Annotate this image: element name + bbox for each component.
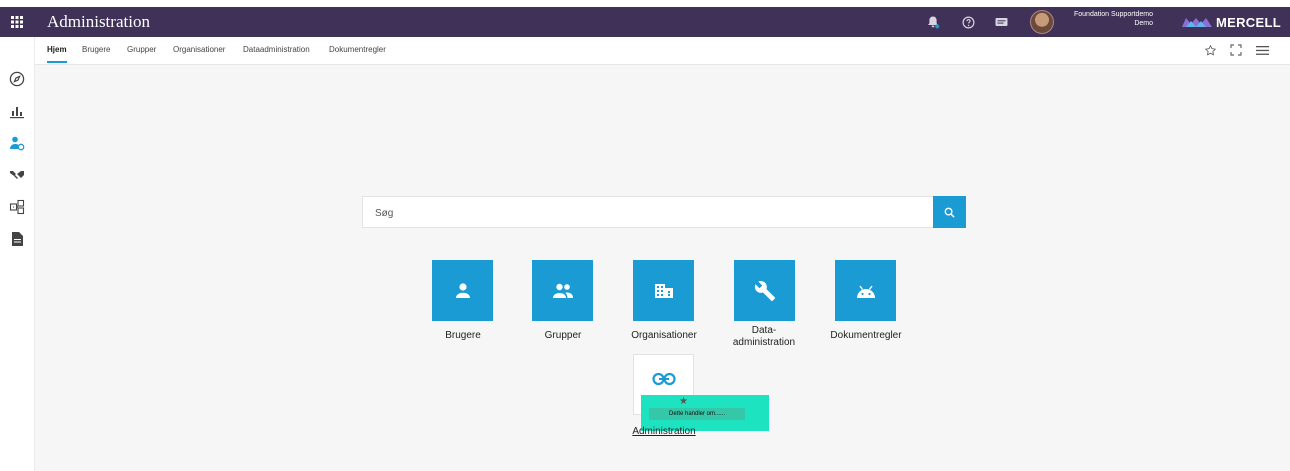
- tabs-bar: Hjem Brugere Grupper Organisationer Data…: [34, 37, 1290, 65]
- search-button[interactable]: [933, 196, 966, 228]
- document-icon[interactable]: [9, 231, 25, 247]
- app-title: Administration: [47, 12, 150, 31]
- wrench-icon: [754, 280, 775, 301]
- tile-brugere[interactable]: [432, 260, 493, 321]
- tile-organisationer[interactable]: [633, 260, 694, 321]
- message-icon[interactable]: [992, 7, 1010, 37]
- search-icon: [944, 207, 955, 218]
- android-icon: [856, 285, 875, 298]
- tab-brugere[interactable]: Brugere: [82, 37, 110, 64]
- drag-note-text: Dette handler om......: [649, 408, 745, 420]
- compass-icon[interactable]: [9, 71, 25, 87]
- search-box: [362, 196, 934, 229]
- diagram-icon[interactable]: [9, 199, 25, 215]
- fullscreen-icon[interactable]: [1228, 42, 1244, 58]
- help-icon[interactable]: [959, 7, 977, 37]
- mercell-logo: MERCELL: [1182, 7, 1281, 37]
- tile-grupper[interactable]: [532, 260, 593, 321]
- tab-hjem[interactable]: Hjem: [47, 37, 67, 63]
- link-icon: [651, 372, 676, 386]
- mercell-logo-icon: [1182, 18, 1212, 27]
- tile-label-dokumentregler: Dokumentregler: [830, 330, 902, 341]
- tile-label-administration[interactable]: Administration: [624, 426, 704, 437]
- bar-chart-icon[interactable]: [9, 103, 25, 119]
- tab-dataadministration[interactable]: Dataadministration: [243, 37, 310, 64]
- tile-label-brugere: Brugere: [445, 330, 481, 341]
- tab-dokumentregler[interactable]: Dokumentregler: [329, 37, 386, 64]
- search-input[interactable]: [373, 197, 917, 229]
- star-outline-icon[interactable]: [1202, 42, 1218, 58]
- tab-organisationer[interactable]: Organisationer: [173, 37, 225, 64]
- bell-icon[interactable]: [924, 7, 942, 37]
- star-icon: ★: [679, 396, 688, 407]
- user-name: Foundation Supportdemo: [1074, 11, 1153, 18]
- person-icon: [455, 282, 470, 298]
- tile-label-dataadministration: Data- administration: [732, 325, 796, 348]
- logo-text: MERCELL: [1216, 14, 1281, 30]
- top-bar: Administration Foundation Supportdemo De…: [0, 7, 1290, 37]
- tile-label-grupper: Grupper: [544, 330, 582, 341]
- apps-grid-icon[interactable]: [0, 7, 34, 37]
- tab-grupper[interactable]: Grupper: [127, 37, 156, 64]
- handshake-icon[interactable]: [9, 167, 25, 183]
- user-admin-icon[interactable]: [9, 135, 25, 151]
- tile-dokumentregler[interactable]: [835, 260, 896, 321]
- user-org: Demo: [1134, 20, 1153, 27]
- user-info[interactable]: Foundation Supportdemo Demo: [1063, 10, 1153, 28]
- people-icon: [552, 283, 573, 298]
- avatar[interactable]: [1030, 10, 1054, 34]
- app-window: Administration Foundation Supportdemo De…: [0, 0, 1290, 471]
- tile-label-organisationer: Organisationer: [631, 330, 697, 341]
- building-icon: [654, 283, 673, 298]
- tile-dataadministration[interactable]: [734, 260, 795, 321]
- sidebar: [0, 37, 35, 471]
- menu-icon[interactable]: [1254, 42, 1270, 58]
